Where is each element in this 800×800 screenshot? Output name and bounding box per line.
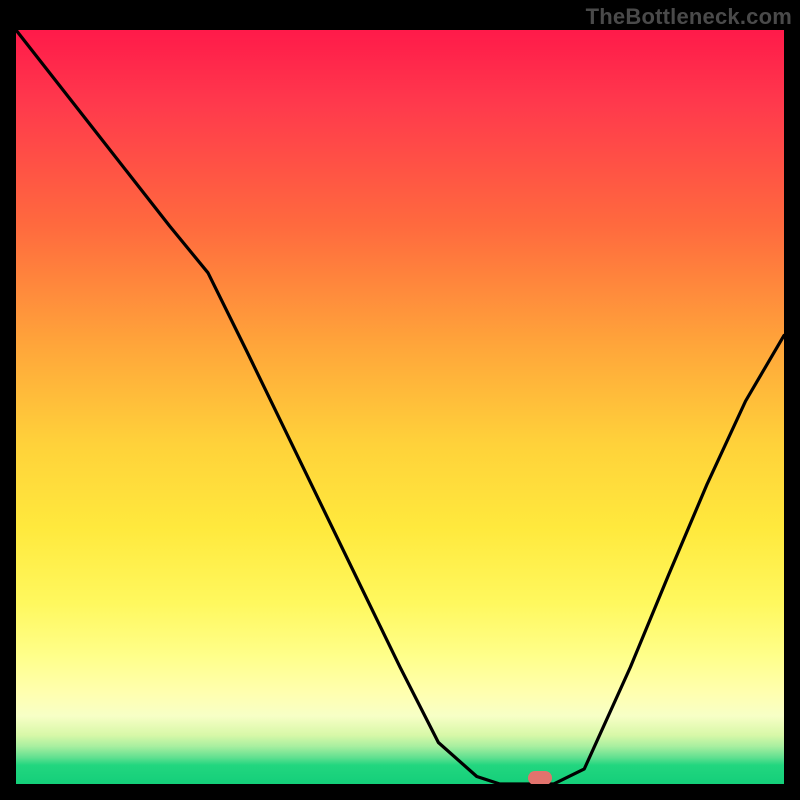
optimal-marker [528,771,552,784]
plot-area [16,30,784,784]
chart-frame: TheBottleneck.com [0,0,800,800]
watermark-text: TheBottleneck.com [586,4,792,30]
bottleneck-curve [16,30,784,784]
